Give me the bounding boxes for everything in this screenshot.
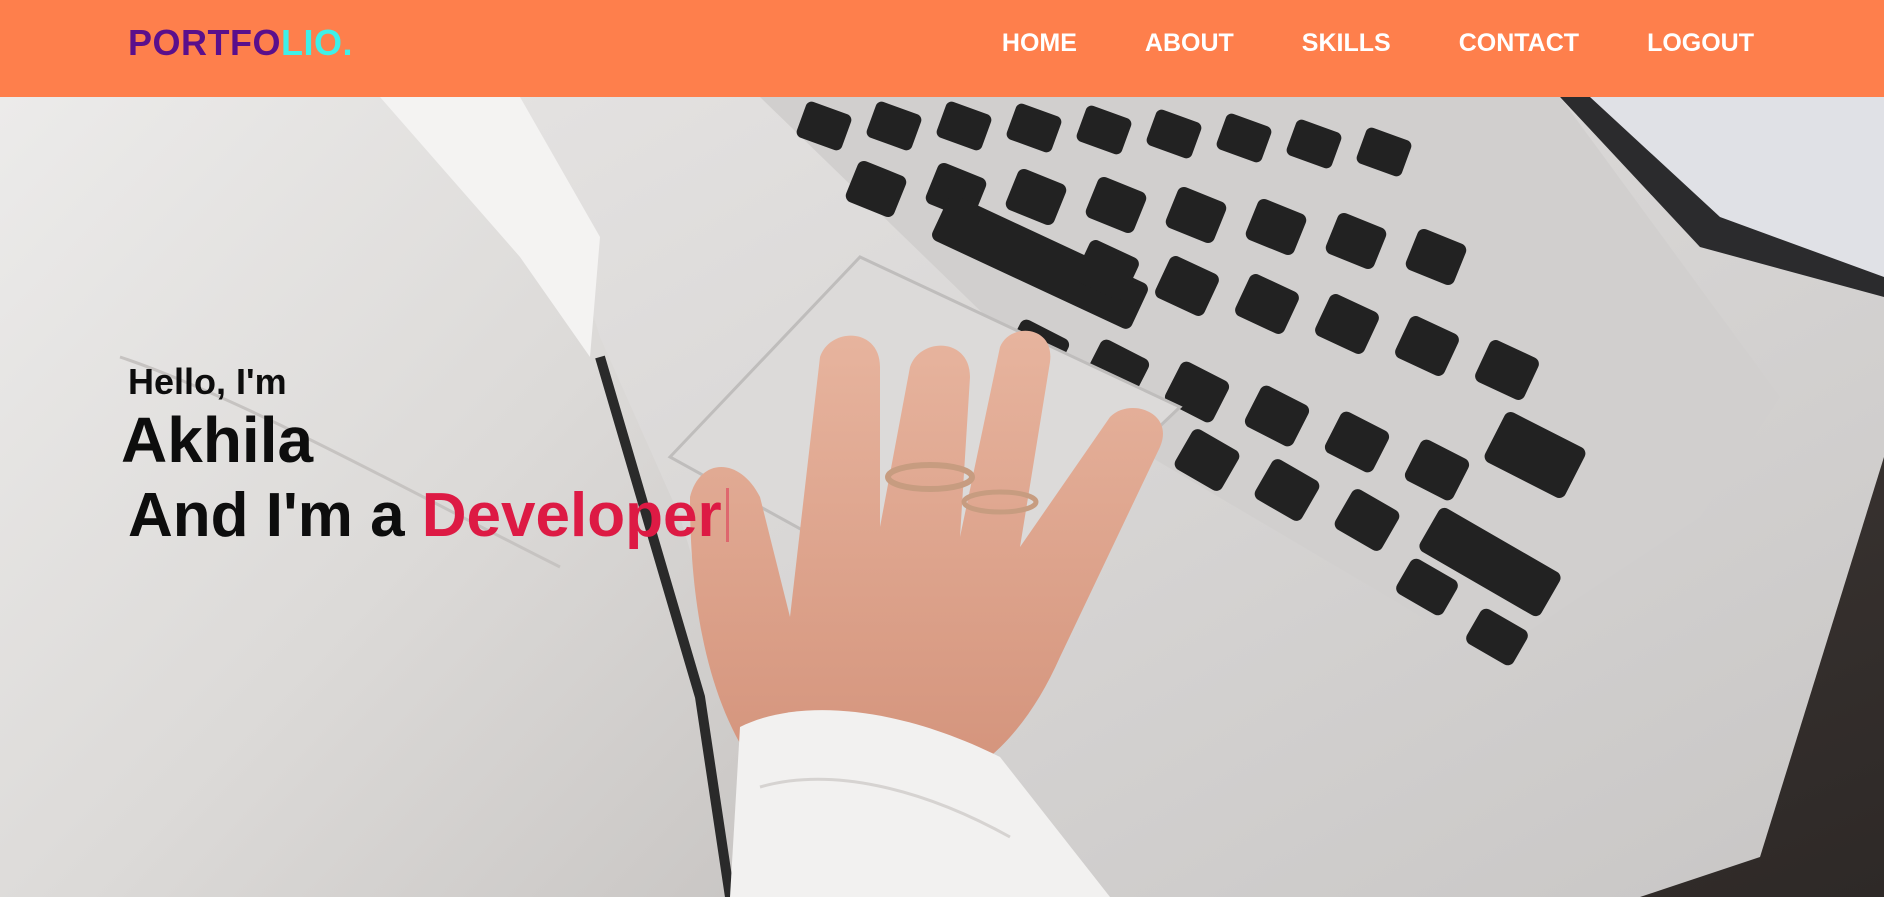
hero-role-typed: Developer — [421, 481, 722, 550]
hero-role-line: And I'm a Developer — [128, 477, 729, 555]
hero-greeting: Hello, I'm — [128, 361, 287, 402]
logo[interactable]: PORTFOLIO. — [128, 20, 353, 65]
logo-text-accent: LIO. — [281, 22, 353, 63]
nav-about-link[interactable]: ABOUT — [1145, 28, 1234, 58]
portfolio-page: PORTFOLIO. HOME ABOUT SKILLS CONTACT LOG… — [0, 0, 1884, 897]
nav-home-link[interactable]: HOME — [1002, 28, 1077, 58]
hero-section: Hello, I'm Akhila And I'm a Developer — [0, 97, 1884, 897]
hero-role-prefix: And I'm a — [128, 481, 422, 550]
nav-logout-link[interactable]: LOGOUT — [1647, 28, 1754, 58]
hero-intro: Hello, I'm Akhila And I'm a Developer — [121, 361, 729, 555]
main-nav: HOME ABOUT SKILLS CONTACT LOGOUT — [934, 28, 1754, 58]
nav-contact-link[interactable]: CONTACT — [1459, 28, 1579, 58]
top-navbar: PORTFOLIO. HOME ABOUT SKILLS CONTACT LOG… — [0, 0, 1884, 97]
nav-skills-link[interactable]: SKILLS — [1302, 28, 1391, 58]
logo-text-primary: PORTFO — [128, 22, 281, 63]
hero-name: Akhila — [121, 404, 314, 476]
typing-cursor — [725, 488, 729, 542]
